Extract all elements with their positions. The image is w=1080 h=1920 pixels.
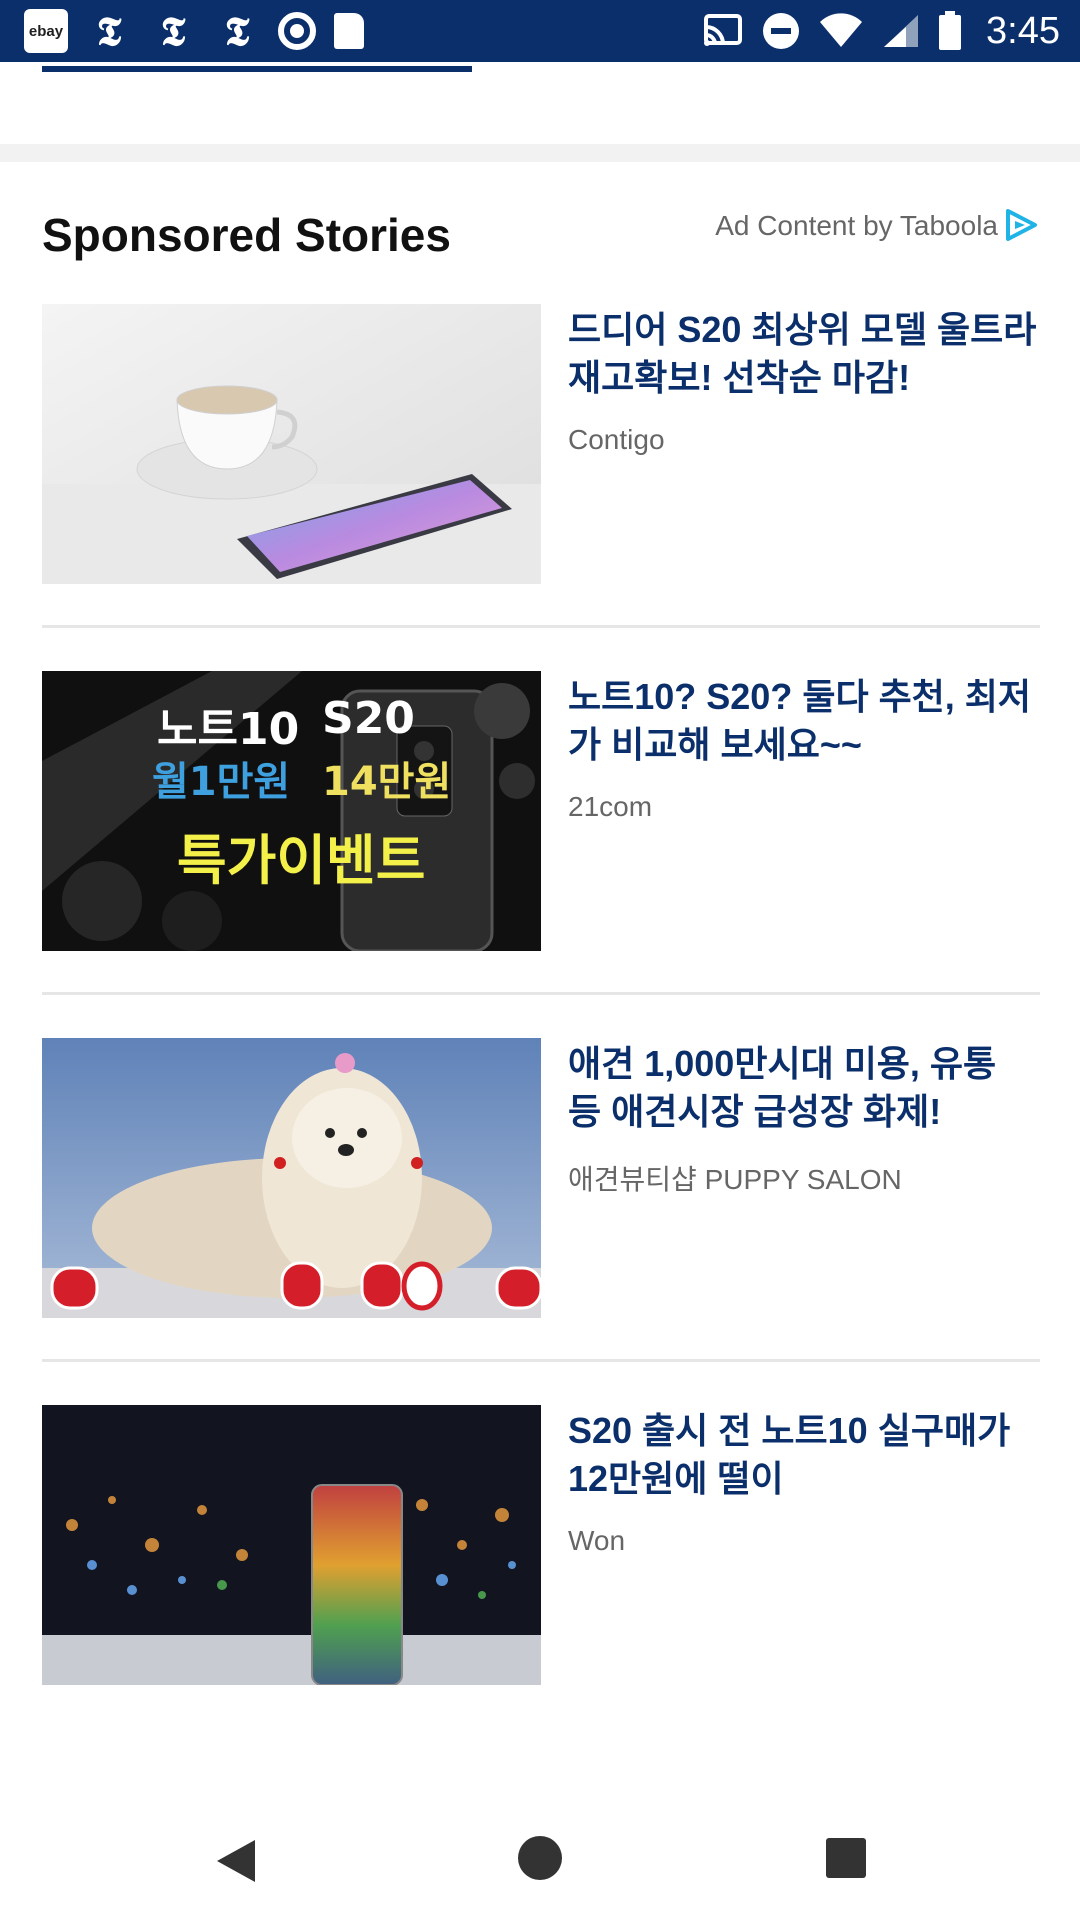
previous-content — [0, 62, 1080, 146]
story-card[interactable]: 드디어 S20 최상위 모델 울트라 재고확보! 선착순 마감! Contigo — [42, 304, 1040, 584]
banner-note10: 노트10 — [157, 704, 300, 755]
clock: 3:45 — [986, 9, 1060, 52]
story-divider — [42, 625, 1040, 628]
cast-icon — [704, 14, 743, 46]
nytimes-icon: 𝕿 — [224, 7, 250, 55]
story-source: Contigo — [568, 424, 665, 455]
wifi-icon — [820, 13, 863, 47]
story-source: 애견뷰티샵 PUPPY SALON — [568, 1164, 902, 1195]
previous-link-underline[interactable] — [42, 66, 472, 72]
story-image[interactable] — [42, 1038, 541, 1318]
story-divider — [42, 992, 1040, 995]
cell-signal-icon — [884, 15, 919, 47]
home-icon[interactable] — [518, 1836, 562, 1880]
back-icon[interactable] — [215, 1838, 257, 1884]
story-divider — [42, 1359, 1040, 1362]
story-headline[interactable]: S20 출시 전 노트10 실구매가 12만원에 떨이 — [568, 1407, 1038, 1503]
banner-price-right: 14만원 — [322, 759, 452, 805]
status-bar: ebay 𝕿 𝕿 𝕿 3:45 — [0, 0, 1080, 62]
banner-event: 특가이벤트 — [177, 829, 426, 892]
circle-app-icon — [278, 12, 316, 50]
story-image[interactable]: 노트10 S20 월1만원 14만원 특가이벤트 — [42, 671, 541, 951]
story-image[interactable] — [42, 304, 541, 584]
story-card[interactable]: S20 출시 전 노트10 실구매가 12만원에 떨이 Won — [42, 1405, 1040, 1685]
story-source: 21com — [568, 791, 653, 822]
story-headline[interactable]: 애견 1,000만시대 미용, 유통 등 애견시장 급성장 화제! — [568, 1040, 1038, 1136]
story-source: Won — [568, 1525, 626, 1556]
banner-s20: S20 — [322, 693, 415, 744]
banner-price-left: 월1만원 — [152, 759, 291, 805]
banner-text: 노트10 S20 월1만원 14만원 특가이벤트 — [42, 671, 541, 951]
battery-icon — [939, 11, 962, 50]
story-headline[interactable]: 드디어 S20 최상위 모델 울트라 재고확보! 선착순 마감! — [568, 306, 1038, 402]
recents-icon[interactable] — [826, 1838, 866, 1878]
nytimes-icon: 𝕿 — [96, 7, 122, 55]
taboola-icon[interactable] — [1004, 208, 1038, 242]
nytimes-icon: 𝕿 — [160, 7, 186, 55]
ebay-app-icon: ebay — [24, 9, 68, 53]
ad-content-label[interactable]: Ad Content by Taboola — [715, 210, 998, 242]
story-card[interactable]: 애견 1,000만시대 미용, 유통 등 애견시장 급성장 화제! 애견뷰티샵 … — [42, 1038, 1040, 1318]
story-headline[interactable]: 노트10? S20? 둘다 추천, 최저가 비교해 보세요~~ — [568, 673, 1038, 769]
section-title: Sponsored Stories — [42, 209, 451, 261]
system-icons: 3:45 — [702, 8, 1060, 54]
section-divider — [0, 144, 1080, 162]
notification-icons: ebay 𝕿 𝕿 𝕿 — [24, 7, 364, 55]
sd-card-icon — [334, 13, 364, 49]
do-not-disturb-icon — [763, 13, 800, 49]
story-image[interactable] — [42, 1405, 541, 1685]
story-card[interactable]: 노트10 S20 월1만원 14만원 특가이벤트 노트10? S20? 둘다 추… — [42, 671, 1040, 951]
